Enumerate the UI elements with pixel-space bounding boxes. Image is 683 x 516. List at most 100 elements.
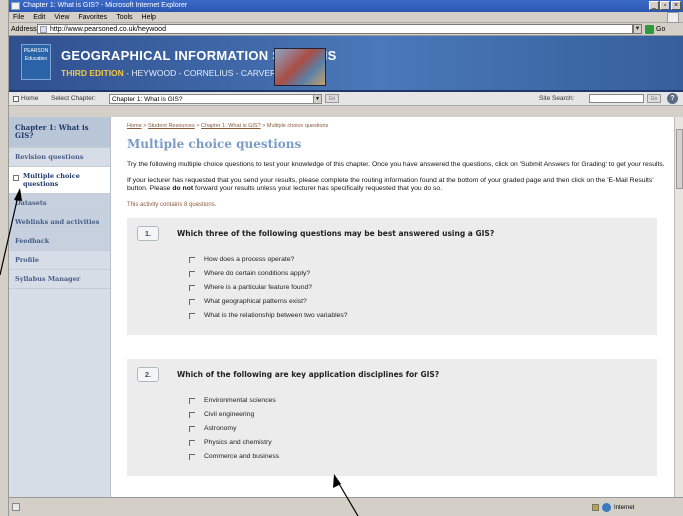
checkbox[interactable]: [189, 312, 195, 319]
option-label: Environmental sciences: [204, 397, 276, 404]
breadcrumb-chapter[interactable]: Chapter 1: What is GIS?: [201, 123, 261, 129]
page-title: Multiple choice questions: [127, 137, 302, 151]
chapter-select-value: Chapter 1: What is GIS?: [112, 95, 183, 103]
checkbox[interactable]: [189, 256, 195, 263]
menu-favorites[interactable]: Favorites: [78, 12, 107, 22]
site-banner: PEARSON Education GEOGRAPHICAL INFORMATI…: [9, 36, 683, 92]
answer-options: How does a process operate? Where do cer…: [189, 253, 647, 323]
menu-bar: File Edit View Favorites Tools Help: [9, 12, 683, 23]
windows-logo-icon: [667, 12, 679, 23]
breadcrumb-current: Multiple choice questions: [266, 123, 329, 129]
option-label: Where do certain conditions apply?: [204, 270, 311, 277]
site-search-go-button[interactable]: Go: [647, 94, 661, 103]
menu-view[interactable]: View: [54, 12, 69, 22]
sidebar-item-syllabus-manager[interactable]: Syllabus Manager: [9, 270, 110, 289]
zone-label: Internet: [614, 504, 635, 511]
sidebar-item-label: Multiple choice questions: [23, 172, 80, 188]
scrollbar-thumb[interactable]: [676, 129, 683, 189]
sidebar-item-revision-questions[interactable]: Revision questions: [9, 148, 110, 167]
option-label: What geographical patterns exist?: [204, 298, 307, 305]
answer-option[interactable]: Environmental sciences: [189, 394, 647, 408]
answer-option[interactable]: Where do certain conditions apply?: [189, 267, 647, 281]
address-label: Address: [11, 25, 37, 33]
window-controls: _ ▫ ×: [649, 1, 681, 10]
address-dropdown-button[interactable]: ▼: [633, 24, 642, 34]
go-button[interactable]: Go: [645, 24, 666, 34]
home-label: Home: [21, 95, 39, 102]
lock-icon: [592, 504, 599, 511]
security-zone: Internet: [592, 503, 634, 512]
checkbox[interactable]: [189, 270, 195, 277]
breadcrumb-student-resources[interactable]: Student Resources: [148, 123, 195, 129]
menu-help[interactable]: Help: [142, 12, 156, 22]
sidebar-item-chapter[interactable]: Chapter 1: What is GIS?: [9, 117, 110, 148]
answer-option[interactable]: How does a process operate?: [189, 253, 647, 267]
question-1: 1. Which three of the following question…: [127, 217, 657, 335]
question-count-note: This activity contains 8 questions.: [127, 201, 217, 208]
menu-tools[interactable]: Tools: [116, 12, 132, 22]
question-2: 2. Which of the following are key applic…: [127, 358, 657, 476]
select-chapter-label: Select Chapter:: [51, 95, 96, 102]
pearson-logo[interactable]: PEARSON Education: [21, 44, 51, 80]
vertical-scrollbar[interactable]: [674, 117, 683, 497]
maximize-button[interactable]: ▫: [660, 1, 670, 10]
menu-edit[interactable]: Edit: [33, 12, 45, 22]
answer-option[interactable]: What is the relationship between two var…: [189, 309, 647, 323]
help-icon[interactable]: ?: [667, 93, 678, 104]
option-label: Commerce and business: [204, 453, 280, 460]
answer-option[interactable]: Civil engineering: [189, 408, 647, 422]
checkbox[interactable]: [189, 397, 195, 404]
chapter-select[interactable]: Chapter 1: What is GIS? ▼: [109, 93, 322, 104]
option-label: How does a process operate?: [204, 256, 295, 263]
answer-option[interactable]: Physics and chemistry: [189, 436, 647, 450]
checkbox[interactable]: [189, 425, 195, 432]
option-label: Physics and chemistry: [204, 439, 272, 446]
close-button[interactable]: ×: [671, 1, 681, 10]
home-link[interactable]: Home: [13, 95, 51, 102]
sidebar-item-profile[interactable]: Profile: [9, 251, 110, 270]
instructions: Try the following multiple choice questi…: [127, 161, 667, 194]
sidebar-item-datasets[interactable]: Datasets: [9, 194, 110, 213]
site-search-label: Site Search:: [539, 95, 575, 102]
answer-option[interactable]: What geographical patterns exist?: [189, 295, 647, 309]
answer-option[interactable]: Astronomy: [189, 422, 647, 436]
question-header: 1. Which three of the following question…: [137, 225, 647, 241]
instructions-paragraph-2: If your lecturer has requested that you …: [127, 177, 667, 194]
checkbox[interactable]: [189, 453, 195, 460]
option-label: Where is a particular feature found?: [204, 284, 313, 291]
address-bar: Address http://www.pearsoned.co.uk/heywo…: [9, 23, 683, 36]
globe-icon: [602, 503, 611, 512]
home-icon: [13, 95, 19, 102]
page-content: Chapter 1: What is GIS? Revision questio…: [9, 117, 683, 497]
go-label: Go: [656, 25, 666, 33]
sidebar-item-feedback[interactable]: Feedback: [9, 232, 110, 251]
page-icon: [40, 26, 47, 33]
checkbox[interactable]: [189, 411, 195, 418]
site-toolbar: Home Select Chapter: Chapter 1: What is …: [9, 92, 683, 106]
answer-option[interactable]: Where is a particular feature found?: [189, 281, 647, 295]
status-bar: Internet: [9, 497, 683, 516]
breadcrumb-home[interactable]: Home: [127, 123, 142, 129]
sidebar-item-weblinks[interactable]: Weblinks and activities: [9, 213, 110, 232]
sidebar: Chapter 1: What is GIS? Revision questio…: [9, 117, 111, 497]
chapter-go-button[interactable]: Go: [325, 94, 339, 103]
current-page-marker-icon: [13, 175, 19, 181]
browser-window: Chapter 1: What is GIS? - Microsoft Inte…: [8, 0, 683, 516]
site-search-input[interactable]: [589, 94, 644, 103]
checkbox[interactable]: [189, 284, 195, 291]
checkbox[interactable]: [189, 298, 195, 305]
sidebar-item-multiple-choice[interactable]: Multiple choice questions: [9, 167, 110, 194]
breadcrumb: Home > Student Resources > Chapter 1: Wh…: [127, 123, 329, 129]
logo-text: PEARSON Education: [23, 48, 49, 62]
answer-options: Environmental sciences Civil engineering…: [189, 394, 647, 464]
menu-file[interactable]: File: [13, 12, 24, 22]
ie-page-icon: [11, 2, 20, 10]
address-url: http://www.pearsoned.co.uk/heywood: [50, 26, 166, 33]
edition: THIRD EDITION: [61, 68, 124, 78]
checkbox[interactable]: [189, 439, 195, 446]
window-title: Chapter 1: What is GIS? - Microsoft Inte…: [23, 2, 188, 9]
minimize-button[interactable]: _: [649, 1, 659, 10]
address-input[interactable]: http://www.pearsoned.co.uk/heywood: [37, 24, 633, 34]
answer-option[interactable]: Commerce and business: [189, 450, 647, 464]
instructions-text-end: forward your results unless your lecture…: [193, 185, 443, 192]
